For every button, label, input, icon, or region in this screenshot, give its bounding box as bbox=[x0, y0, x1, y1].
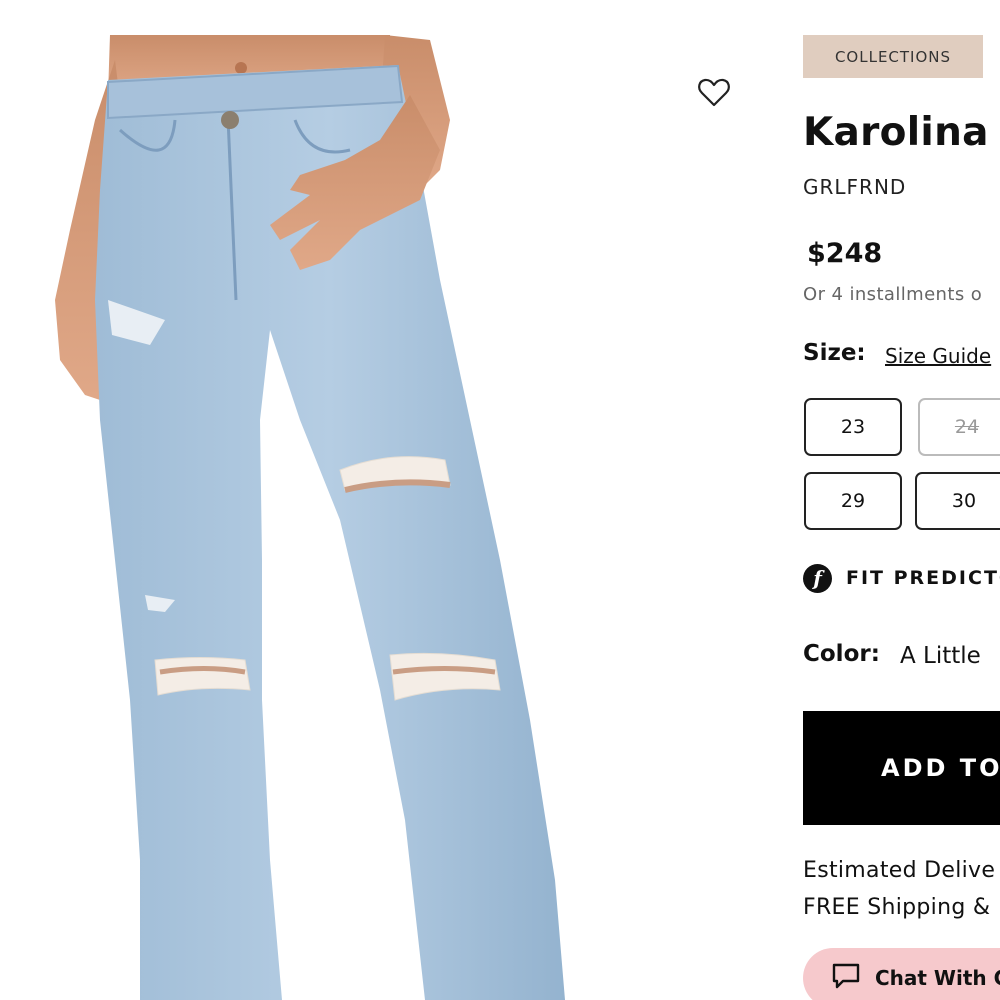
navel bbox=[235, 62, 247, 74]
free-shipping-text: FREE Shipping & bbox=[803, 895, 991, 920]
button bbox=[221, 111, 239, 129]
add-to-bag-button[interactable]: ADD TO bbox=[803, 711, 1000, 825]
size-option-30[interactable]: 30 bbox=[915, 472, 1000, 530]
chat-button[interactable]: Chat With C bbox=[803, 948, 1000, 1000]
fit-predictor-label: FIT PREDICTO bbox=[846, 567, 1000, 589]
chat-bubble-icon bbox=[831, 962, 861, 994]
product-price: $248 bbox=[807, 238, 883, 269]
color-label: Color: bbox=[803, 641, 880, 667]
wishlist-heart-icon[interactable] bbox=[697, 77, 731, 109]
size-option-29[interactable]: 29 bbox=[804, 472, 902, 530]
product-title: Karolina I bbox=[803, 110, 1000, 155]
brand-link[interactable]: GRLFRND bbox=[803, 175, 906, 199]
jeans-illustration bbox=[55, 35, 565, 1000]
product-image[interactable] bbox=[0, 0, 760, 1000]
collections-badge[interactable]: COLLECTIONS bbox=[803, 35, 983, 78]
fit-predictor-icon: f bbox=[803, 563, 832, 593]
chat-label: Chat With C bbox=[875, 966, 1000, 990]
size-label: Size: bbox=[803, 340, 866, 366]
size-guide-link[interactable]: Size Guide bbox=[885, 344, 991, 368]
size-option-23[interactable]: 23 bbox=[804, 398, 902, 456]
fit-predictor[interactable]: f FIT PREDICTO bbox=[803, 563, 1000, 593]
estimated-delivery-text: Estimated Delive bbox=[803, 858, 996, 883]
color-value: A Little bbox=[900, 643, 981, 669]
size-option-24[interactable]: 24 bbox=[918, 398, 1000, 456]
installments-text: Or 4 installments o bbox=[803, 284, 983, 305]
product-details-panel: COLLECTIONS Karolina I GRLFRND $248 Or 4… bbox=[803, 0, 1000, 1000]
